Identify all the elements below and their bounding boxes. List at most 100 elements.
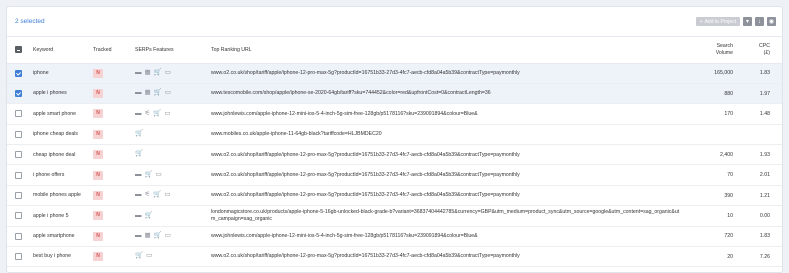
tracked-cell: N (89, 246, 131, 268)
top-ranking-url-cell[interactable]: www.johnlewis.com/apple-iphone-12-mini-i… (207, 103, 681, 125)
eye-icon: ◉ (768, 18, 775, 25)
delete-button[interactable]: ▾ (743, 17, 752, 26)
tracked-cell: N (89, 144, 131, 166)
row-checkbox[interactable] (14, 232, 22, 240)
tracked-status-badge[interactable]: N (93, 170, 103, 180)
video-icon: ▦ (144, 89, 151, 97)
table-row[interactable]: apple smart phone N ▬ ⚟ 🛒 ▭ www.johnlewis.com/… (7, 103, 782, 125)
row-checkbox-cell (7, 63, 29, 84)
top-ranking-url-cell[interactable]: www.mobiles.co.uk/apple-iphone-11-64gb-b… (207, 124, 681, 146)
top-ranking-url-cell[interactable]: www.o2.co.uk/shop/tariff/apple/iphone-12… (207, 144, 681, 166)
table-row[interactable]: iphone N ▬ ▦ 🛒 ▭ www.o2.co.uk/shop/tariff/appl… (7, 63, 782, 84)
serp-features-cell: ▬ ▦ 🛒 ▭ (131, 226, 207, 248)
table-row[interactable]: apple i phones N ▬ ▦ 🛒 ▭ www.tescomobile.com/s… (7, 83, 782, 105)
tracked-status-badge[interactable]: N (93, 191, 103, 201)
top-ranking-url-cell[interactable]: www.johnlewis.com/apple-iphone-12-mini-i… (207, 226, 681, 248)
cart-icon: 🛒 (153, 191, 162, 199)
keyword-cell: cheap iphone deal (29, 144, 89, 166)
column-header-search-volume[interactable]: Search Volume (681, 37, 733, 64)
column-header-tracked[interactable]: Tracked (89, 37, 131, 64)
top-ranking-url-cell[interactable]: londonmagicstore.co.uk/products/apple-ip… (207, 205, 681, 227)
table-row[interactable]: best buy i phone N 🛒 ▭ www.o2.co.uk/shop/tar… (7, 246, 782, 268)
cpc-cell: 1.83 (733, 226, 782, 248)
share-icon: ⚟ (144, 109, 151, 117)
search-volume-cell: 70 (681, 164, 733, 186)
search-volume-cell: 720 (681, 226, 733, 248)
table-row[interactable]: i phone offers N ▬ 🛒 ▭ www.o2.co.uk/shop/tari… (7, 164, 782, 186)
row-checkbox-cell (7, 185, 29, 207)
row-checkbox[interactable] (14, 69, 22, 77)
table-row[interactable]: apple i phone 5 N ▬ 🛒 londonmagicstore.co.uk… (7, 205, 782, 227)
row-checkbox[interactable] (14, 130, 22, 138)
row-checkbox[interactable] (14, 212, 22, 220)
image-icon: ▬ (135, 109, 142, 117)
cart-icon: 🛒 (135, 252, 144, 260)
table-row[interactable]: cheap iphone deal N 🛒 www.o2.co.uk/shop/tar… (7, 144, 782, 166)
tracked-status-badge[interactable]: N (93, 231, 103, 241)
keyword-cell: iphone cheap deals (29, 124, 89, 146)
table-header-row: Keyword Tracked SERPs Features Top Ranki… (7, 37, 782, 64)
tracked-status-badge[interactable]: N (93, 109, 103, 119)
tracked-status-badge[interactable]: N (93, 129, 103, 139)
download-button[interactable]: ↓ (755, 17, 764, 26)
top-ranking-url-cell[interactable]: www.tescomobile.com/shop/apple/iphone-se… (207, 83, 681, 105)
selected-count: 2 selected (15, 18, 45, 25)
trash-icon: ▾ (745, 18, 749, 25)
row-checkbox[interactable] (14, 192, 22, 200)
serp-features-cell: ▬ 🛒 (131, 205, 207, 227)
top-ranking-url-cell[interactable]: www.o2.co.uk/shop/tariff/apple/iphone-12… (207, 164, 681, 186)
cpc-cell: 0.00 (733, 205, 782, 227)
row-checkbox-cell (7, 124, 29, 146)
tv-icon: ▭ (146, 252, 153, 260)
search-volume-cell (681, 124, 733, 146)
column-header-top-url[interactable]: Top Ranking URL (207, 37, 681, 64)
tv-icon: ▭ (164, 109, 171, 117)
column-header-keyword[interactable]: Keyword (29, 37, 89, 64)
tracked-status-badge[interactable]: N (93, 150, 103, 160)
keyword-cell: iphone (29, 63, 89, 84)
cart-icon: 🛒 (135, 130, 144, 138)
row-checkbox-cell (7, 164, 29, 186)
column-header-cpc[interactable]: CPC (£) (733, 37, 782, 64)
cart-icon: 🛒 (144, 211, 153, 219)
tv-icon: ▭ (164, 232, 171, 239)
tv-icon: ▭ (164, 68, 171, 76)
tracked-status-badge[interactable]: N (93, 211, 103, 221)
add-to-project-label: Add to Project (704, 18, 736, 25)
image-icon: ▬ (135, 68, 142, 76)
tracked-status-badge[interactable]: N (93, 68, 103, 78)
row-checkbox[interactable] (14, 253, 22, 261)
selection-toolbar: 2 selected + Add to Project ▾ ↓ ◉ (7, 7, 782, 37)
search-volume-cell: 20 (681, 246, 733, 268)
select-all-checkbox[interactable] (14, 46, 22, 54)
video-icon: ▦ (144, 68, 151, 76)
column-header-serp-features[interactable]: SERPs Features (131, 37, 207, 64)
video-icon: ▦ (144, 232, 151, 239)
serp-features-cell: ▬ ⚟ 🛒 ▭ (131, 185, 207, 207)
row-checkbox-cell (7, 246, 29, 268)
row-checkbox[interactable] (14, 171, 22, 179)
top-ranking-url-cell[interactable]: www.o2.co.uk/shop/tariff/apple/iphone-12… (207, 246, 681, 268)
cpc-cell: 7.26 (733, 246, 782, 268)
row-checkbox[interactable] (14, 151, 22, 159)
cpc-cell: 1.48 (733, 103, 782, 125)
image-icon: ▬ (135, 170, 142, 178)
view-button[interactable]: ◉ (767, 17, 776, 26)
tracked-status-badge[interactable]: N (93, 89, 103, 99)
row-checkbox[interactable] (14, 110, 22, 118)
top-ranking-url-cell[interactable]: www.o2.co.uk/shop/tariff/apple/iphone-12… (207, 63, 681, 84)
table-row[interactable]: apple smartphone N ▬ ▦ 🛒 ▭ www.johnlewis.com/a… (7, 226, 782, 248)
row-checkbox[interactable] (14, 90, 22, 98)
table-body: iphone N ▬ ▦ 🛒 ▭ www.o2.co.uk/shop/tariff/appl… (7, 63, 782, 268)
tracked-status-badge[interactable]: N (93, 252, 103, 262)
tracked-cell: N (89, 164, 131, 186)
add-to-project-button[interactable]: + Add to Project (695, 17, 740, 26)
image-icon: ▬ (135, 89, 142, 97)
row-checkbox-cell (7, 103, 29, 125)
row-checkbox-cell (7, 83, 29, 105)
cart-icon: 🛒 (153, 232, 162, 239)
keyword-cell: mobile phones apple (29, 185, 89, 207)
top-ranking-url-cell[interactable]: www.o2.co.uk/shop/tariff/apple/iphone-12… (207, 185, 681, 207)
table-row[interactable]: iphone cheap deals N 🛒 www.mobiles.co.uk/ap… (7, 124, 782, 146)
table-row[interactable]: mobile phones apple N ▬ ⚟ 🛒 ▭ www.o2.co.uk/sho… (7, 185, 782, 207)
